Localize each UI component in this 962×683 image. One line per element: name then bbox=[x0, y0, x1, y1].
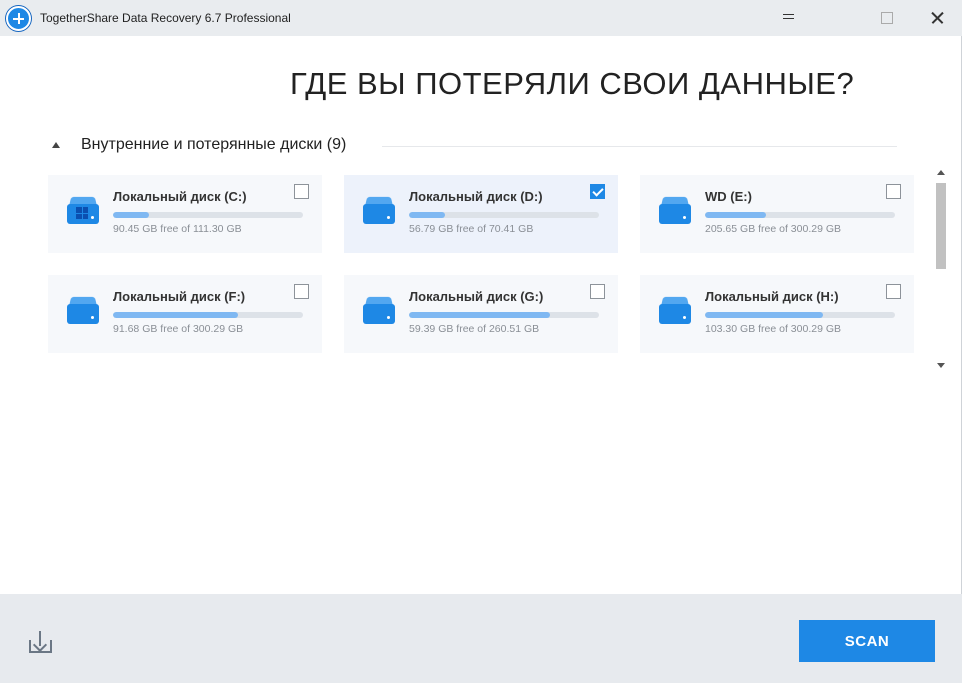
download-tray-icon[interactable] bbox=[28, 631, 54, 655]
maximize-button[interactable] bbox=[862, 0, 910, 36]
page-title: ГДЕ ВЫ ПОТЕРЯЛИ СВОИ ДАННЫЕ? bbox=[290, 66, 855, 101]
usage-fill bbox=[113, 212, 150, 218]
close-button[interactable] bbox=[914, 0, 962, 36]
drive-card[interactable]: WD (E:) 205.65 GB free of 300.29 GB bbox=[640, 175, 914, 253]
scan-button[interactable]: SCAN bbox=[799, 620, 935, 662]
drive-name: WD (E:) bbox=[705, 189, 752, 204]
drive-free-space: 205.65 GB free of 300.29 GB bbox=[705, 223, 842, 235]
drive-grid: Локальный диск (C:) 90.45 GB free of 111… bbox=[48, 175, 928, 355]
drive-checkbox[interactable] bbox=[294, 284, 309, 299]
drive-free-space: 90.45 GB free of 111.30 GB bbox=[113, 223, 242, 235]
drive-free-space: 103.30 GB free of 300.29 GB bbox=[705, 323, 842, 335]
drive-checkbox[interactable] bbox=[886, 284, 901, 299]
usage-bar bbox=[409, 212, 599, 218]
drive-card[interactable]: Локальный диск (C:) 90.45 GB free of 111… bbox=[48, 175, 322, 253]
section-title: Внутренние и потерянные диски (9) bbox=[81, 136, 347, 153]
usage-fill bbox=[113, 312, 239, 318]
drive-name: Локальный диск (C:) bbox=[113, 189, 247, 204]
app-window: TogetherShare Data Recovery 6.7 Professi… bbox=[0, 0, 962, 683]
section-divider bbox=[382, 146, 897, 147]
drive-card[interactable]: Локальный диск (F:) 91.68 GB free of 300… bbox=[48, 275, 322, 353]
drive-card[interactable]: Локальный диск (G:) 59.39 GB free of 260… bbox=[344, 275, 618, 353]
windows-drive-icon bbox=[67, 196, 99, 226]
usage-bar bbox=[705, 312, 895, 318]
scroll-thumb[interactable] bbox=[936, 183, 946, 269]
usage-bar bbox=[113, 212, 303, 218]
usage-fill bbox=[409, 312, 550, 318]
scroll-down-arrow-icon[interactable] bbox=[937, 363, 945, 368]
drive-name: Локальный диск (F:) bbox=[113, 289, 246, 304]
drive-free-space: 56.79 GB free of 70.41 GB bbox=[409, 223, 534, 235]
drive-icon bbox=[363, 296, 395, 326]
minimize-button[interactable] bbox=[765, 0, 813, 36]
drive-icon bbox=[659, 296, 691, 326]
plus-circle-icon bbox=[6, 6, 31, 31]
usage-fill bbox=[409, 212, 446, 218]
drive-checkbox[interactable] bbox=[590, 284, 605, 299]
drive-icon bbox=[659, 196, 691, 226]
drive-name: Локальный диск (H:) bbox=[705, 289, 839, 304]
drive-checkbox[interactable] bbox=[294, 184, 309, 199]
drive-free-space: 91.68 GB free of 300.29 GB bbox=[113, 323, 244, 335]
collapse-caret-icon[interactable] bbox=[52, 142, 60, 148]
drive-checkbox[interactable] bbox=[590, 184, 605, 199]
drive-name: Локальный диск (D:) bbox=[409, 189, 543, 204]
drive-card[interactable]: Локальный диск (H:) 103.30 GB free of 30… bbox=[640, 275, 914, 353]
usage-bar bbox=[705, 212, 895, 218]
drive-card[interactable]: Локальный диск (D:) 56.79 GB free of 70.… bbox=[344, 175, 618, 253]
usage-fill bbox=[705, 212, 766, 218]
usage-bar bbox=[409, 312, 599, 318]
usage-bar bbox=[113, 312, 303, 318]
drive-name: Локальный диск (G:) bbox=[409, 289, 544, 304]
drive-icon bbox=[363, 196, 395, 226]
vertical-scrollbar[interactable] bbox=[934, 165, 948, 375]
drive-free-space: 59.39 GB free of 260.51 GB bbox=[409, 323, 540, 335]
drive-icon bbox=[67, 296, 99, 326]
scroll-up-arrow-icon[interactable] bbox=[937, 170, 945, 175]
drives-section-header[interactable]: Внутренние и потерянные диски (9) bbox=[52, 135, 897, 157]
title-bar: TogetherShare Data Recovery 6.7 Professi… bbox=[0, 0, 962, 36]
window-title: TogetherShare Data Recovery 6.7 Professi… bbox=[40, 11, 291, 25]
usage-fill bbox=[705, 312, 823, 318]
drive-checkbox[interactable] bbox=[886, 184, 901, 199]
footer-bar: SCAN bbox=[0, 594, 962, 683]
